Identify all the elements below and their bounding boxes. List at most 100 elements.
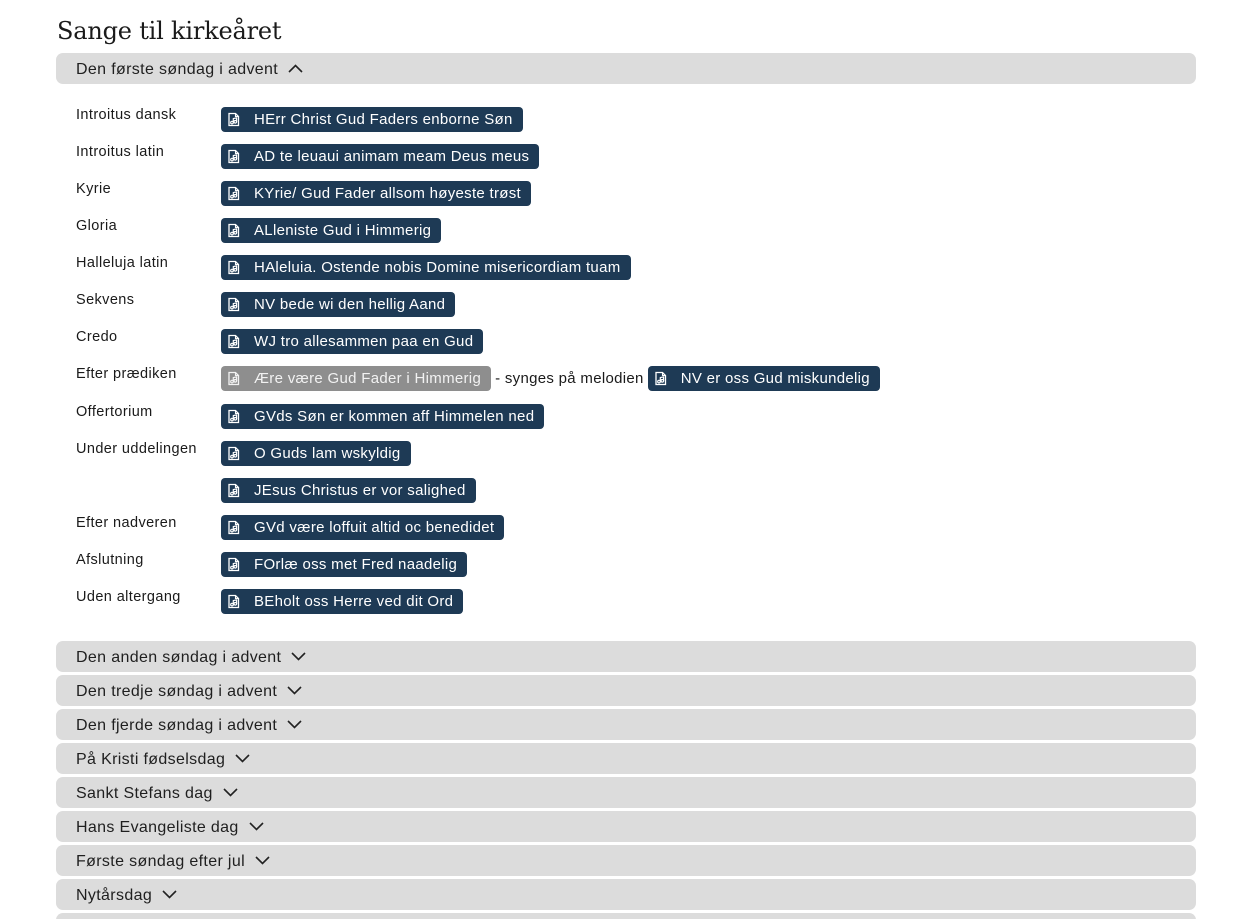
song-chip[interactable]: NV bede wi den hellig Aand bbox=[221, 292, 456, 317]
section-title: Nytårsdag bbox=[76, 886, 153, 904]
song-title: Ære være Gud Fader i Himmerig bbox=[254, 370, 482, 387]
song-chip[interactable]: FOrlæ oss met Fred naadelig bbox=[221, 552, 468, 577]
chevron-down-icon bbox=[287, 720, 302, 729]
song-row-label: Offertorium bbox=[76, 404, 153, 420]
section-header[interactable]: Den fjerde søndag i advent bbox=[56, 709, 1196, 740]
song-title: BEholt oss Herre ved dit Ord bbox=[254, 593, 454, 610]
section-title: Første søndag efter jul bbox=[76, 852, 245, 870]
music-note-file-icon bbox=[226, 149, 241, 164]
song-title: AD te leuaui animam meam Deus meus bbox=[254, 148, 530, 165]
song-title: FOrlæ oss met Fred naadelig bbox=[254, 556, 458, 573]
song-chip[interactable]: HErr Christ Gud Faders enborne Søn bbox=[221, 107, 523, 132]
song-row-label: Under uddelingen bbox=[76, 441, 197, 457]
section-title: På Kristi fødselsdag bbox=[76, 750, 226, 768]
song-title: NV bede wi den hellig Aand bbox=[254, 296, 446, 313]
song-chip[interactable]: GVds Søn er kommen aff Himmelen ned bbox=[221, 404, 545, 429]
song-title: ALleniste Gud i Himmerig bbox=[254, 222, 432, 239]
song-row-label: Sekvens bbox=[76, 292, 135, 308]
song-chip[interactable]: BEholt oss Herre ved dit Ord bbox=[221, 589, 464, 614]
song-chips: ALleniste Gud i Himmerig bbox=[221, 218, 442, 243]
chevron-down-icon bbox=[249, 822, 264, 831]
song-chips: NV bede wi den hellig Aand bbox=[221, 292, 456, 317]
song-row-label: Efter prædiken bbox=[76, 366, 177, 382]
song-row-label: Introitus latin bbox=[76, 144, 165, 160]
song-chips: JEsus Christus er vor salighed bbox=[221, 478, 476, 503]
song-chip[interactable]: Ære være Gud Fader i Himmerig bbox=[221, 366, 492, 391]
section-title: Den første søndag i advent bbox=[76, 60, 279, 78]
section-collapsed: Hans Evangeliste dag bbox=[56, 811, 1196, 842]
music-note-file-icon bbox=[226, 260, 241, 275]
section-collapsed: Nytårsdag bbox=[56, 879, 1196, 910]
song-chip[interactable]: AD te leuaui animam meam Deus meus bbox=[221, 144, 540, 169]
song-chip[interactable]: NV er oss Gud miskundelig bbox=[647, 366, 880, 391]
song-row-label: Introitus dansk bbox=[76, 107, 177, 123]
section-header[interactable]: Nytårsdag bbox=[56, 879, 1196, 910]
song-chips: HErr Christ Gud Faders enborne Søn bbox=[221, 107, 523, 132]
chevron-down-icon bbox=[291, 652, 306, 661]
section-collapsed: Den fjerde søndag i advent bbox=[56, 709, 1196, 740]
song-title: GVds Søn er kommen aff Himmelen ned bbox=[254, 408, 535, 425]
chevron-down-icon bbox=[235, 754, 250, 763]
song-title: HErr Christ Gud Faders enborne Søn bbox=[254, 111, 513, 128]
music-note-file-icon bbox=[226, 334, 241, 349]
song-title: HAleluia. Ostende nobis Domine misericor… bbox=[254, 259, 621, 276]
song-chips: WJ tro allesammen paa en Gud bbox=[221, 329, 484, 354]
section-title: Den tredje søndag i advent bbox=[76, 682, 278, 700]
song-chip[interactable]: HAleluia. Ostende nobis Domine misericor… bbox=[221, 255, 631, 280]
section-title: Sankt Stefans dag bbox=[76, 784, 213, 802]
song-row-label: Afslutning bbox=[76, 552, 144, 568]
chevron-down-icon bbox=[287, 686, 302, 695]
song-chips: GVd være loffuit altid oc benedidet bbox=[221, 515, 505, 540]
music-note-file-icon bbox=[226, 520, 241, 535]
section-header[interactable]: På Kristi fødselsdag bbox=[56, 743, 1196, 774]
section-header-first-advent[interactable]: Den første søndag i advent bbox=[56, 53, 1196, 84]
music-note-file-icon bbox=[653, 371, 668, 386]
section-header[interactable]: Første søndag efter jul bbox=[56, 845, 1196, 876]
section-partial[interactable] bbox=[56, 913, 1196, 919]
section-collapsed: Første søndag efter jul bbox=[56, 845, 1196, 876]
section-first-advent: Den første søndag i advent Introitus dan… bbox=[56, 53, 1196, 614]
music-note-file-icon bbox=[226, 409, 241, 424]
song-row-label: Efter nadveren bbox=[76, 515, 177, 531]
section-header[interactable]: Den anden søndag i advent bbox=[56, 641, 1196, 672]
song-row-label: Gloria bbox=[76, 218, 118, 234]
song-chips: BEholt oss Herre ved dit Ord bbox=[221, 589, 464, 614]
section-title: Den fjerde søndag i advent bbox=[76, 716, 278, 734]
chevron-up-icon bbox=[288, 64, 303, 73]
song-title: JEsus Christus er vor salighed bbox=[254, 482, 466, 499]
song-chips: AD te leuaui animam meam Deus meus bbox=[221, 144, 540, 169]
song-chips: FOrlæ oss met Fred naadelig bbox=[221, 552, 468, 577]
section-header[interactable]: Sankt Stefans dag bbox=[56, 777, 1196, 808]
section-header[interactable]: Hans Evangeliste dag bbox=[56, 811, 1196, 842]
song-chips: HAleluia. Ostende nobis Domine misericor… bbox=[221, 255, 631, 280]
chevron-down-icon bbox=[255, 856, 270, 865]
song-chip[interactable]: WJ tro allesammen paa en Gud bbox=[221, 329, 484, 354]
music-note-file-icon bbox=[226, 186, 241, 201]
song-chips: KYrie/ Gud Fader allsom høyeste trøst bbox=[221, 181, 532, 206]
song-chip[interactable]: ALleniste Gud i Himmerig bbox=[221, 218, 442, 243]
song-title: WJ tro allesammen paa en Gud bbox=[254, 333, 474, 350]
song-title: NV er oss Gud miskundelig bbox=[680, 370, 870, 387]
song-chips: GVds Søn er kommen aff Himmelen ned bbox=[221, 404, 545, 429]
music-note-file-icon bbox=[226, 297, 241, 312]
section-header[interactable]: Den tredje søndag i advent bbox=[56, 675, 1196, 706]
chevron-down-icon bbox=[223, 788, 238, 797]
music-note-file-icon bbox=[226, 483, 241, 498]
song-title: GVd være loffuit altid oc benedidet bbox=[254, 519, 495, 536]
section-collapsed: Den tredje søndag i advent bbox=[56, 675, 1196, 706]
song-title: O Guds lam wskyldig bbox=[254, 445, 401, 462]
song-chip[interactable]: KYrie/ Gud Fader allsom høyeste trøst bbox=[221, 181, 532, 206]
music-note-file-icon bbox=[226, 223, 241, 238]
chevron-down-icon bbox=[162, 890, 177, 899]
song-chips: O Guds lam wskyldig bbox=[221, 441, 411, 466]
song-chip[interactable]: O Guds lam wskyldig bbox=[221, 441, 411, 466]
music-note-file-icon bbox=[226, 112, 241, 127]
section-collapsed: Sankt Stefans dag bbox=[56, 777, 1196, 808]
section-title: Den anden søndag i advent bbox=[76, 648, 282, 666]
song-chip[interactable]: JEsus Christus er vor salighed bbox=[221, 478, 476, 503]
music-note-file-icon bbox=[226, 446, 241, 461]
song-title: KYrie/ Gud Fader allsom høyeste trøst bbox=[254, 185, 522, 202]
song-chip[interactable]: GVd være loffuit altid oc benedidet bbox=[221, 515, 505, 540]
melody-connector-text: - synges på melodien bbox=[495, 370, 644, 387]
music-note-file-icon bbox=[226, 557, 241, 572]
